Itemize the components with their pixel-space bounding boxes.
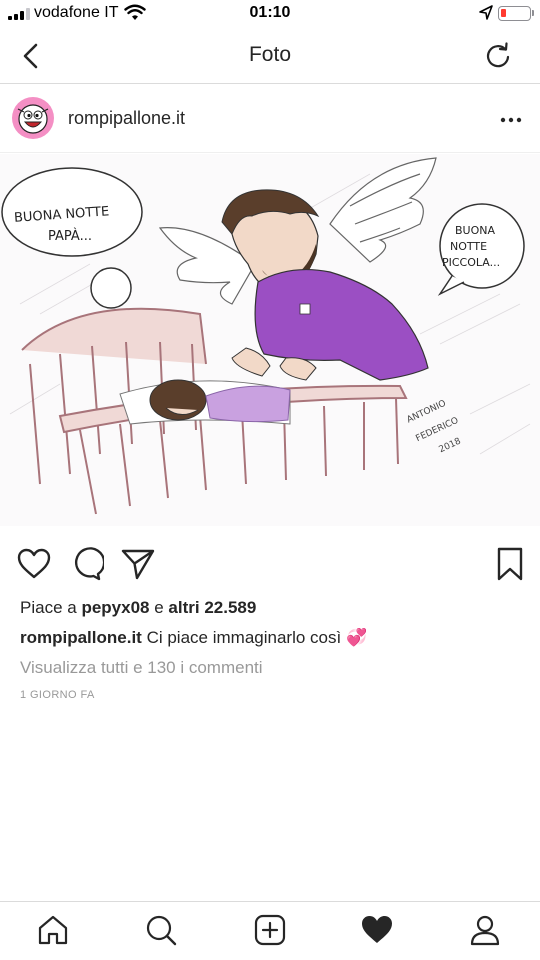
battery-level-fill xyxy=(501,9,506,17)
refresh-icon[interactable] xyxy=(484,42,512,70)
speech-bubble-right: BUONA NOTTE PICCOLA... xyxy=(437,203,525,296)
battery-icon xyxy=(498,6,531,21)
post-photo[interactable]: BUONA NOTTE PAPÀ... BUONA NOTTE PICCOLA.… xyxy=(0,154,540,526)
speech-bubble-left: BUONA NOTTE PAPÀ... xyxy=(1,167,143,257)
post-caption: rompipallone.it Ci piace immaginarlo cos… xyxy=(20,628,520,648)
comment-icon[interactable] xyxy=(68,546,104,582)
nav-header: Foto xyxy=(0,28,540,84)
view-comments-link[interactable]: Visualizza tutti e 130 i commenti xyxy=(20,658,263,678)
status-time: 01:10 xyxy=(249,4,291,21)
svg-text:PAPÀ...: PAPÀ... xyxy=(48,228,92,244)
thought-circle-large xyxy=(90,267,132,309)
page-title: Foto xyxy=(248,43,292,66)
sleeping-child xyxy=(119,379,291,425)
caption-text: Ci piace immaginarlo così xyxy=(146,628,342,647)
location-arrow-icon xyxy=(479,5,493,20)
like-heart-icon[interactable] xyxy=(16,546,52,582)
artist-signature: ANTONIO FEDERICO 2018 xyxy=(405,399,462,456)
likes-count[interactable]: altri 22.589 xyxy=(168,598,256,617)
new-post-icon[interactable] xyxy=(253,913,287,947)
bubble-right-line1: BUONA xyxy=(455,224,495,237)
likes-line: Piace a pepyx08 e altri 22.589 xyxy=(20,598,256,618)
ball-mascot-icon xyxy=(17,104,49,134)
avatar[interactable] xyxy=(12,97,54,139)
bubble-right-line2: NOTTE xyxy=(450,240,487,253)
caption-username[interactable]: rompipallone.it xyxy=(20,628,142,647)
likes-prefix: Piace a xyxy=(20,598,77,617)
ellipsis-icon[interactable] xyxy=(498,107,524,133)
battery-cap xyxy=(532,10,534,16)
activity-heart-icon[interactable] xyxy=(360,913,394,947)
post-timestamp: 1 GIORNO FA xyxy=(20,689,95,701)
caption-emoji: 💞 xyxy=(345,628,368,647)
likes-middle: e xyxy=(154,598,164,617)
post-header: rompipallone.it xyxy=(0,85,540,153)
bubble-right-line3: PICCOLA... xyxy=(442,256,500,269)
tab-bar xyxy=(0,901,540,960)
share-icon[interactable] xyxy=(120,546,156,582)
status-bar: vodafone IT 01:10 xyxy=(0,0,540,28)
signature-line3: 2018 xyxy=(438,436,463,455)
cartoon-illustration: BUONA NOTTE PAPÀ... BUONA NOTTE PICCOLA.… xyxy=(1,157,531,515)
search-icon[interactable] xyxy=(144,913,178,947)
home-icon[interactable] xyxy=(36,913,70,947)
profile-icon[interactable] xyxy=(468,913,502,947)
bookmark-icon[interactable] xyxy=(492,546,528,582)
post-actions xyxy=(0,546,540,586)
bubble-left-line2: PAPÀ... xyxy=(48,228,92,244)
likes-user[interactable]: pepyx08 xyxy=(81,598,149,617)
post-username[interactable]: rompipallone.it xyxy=(68,108,185,129)
